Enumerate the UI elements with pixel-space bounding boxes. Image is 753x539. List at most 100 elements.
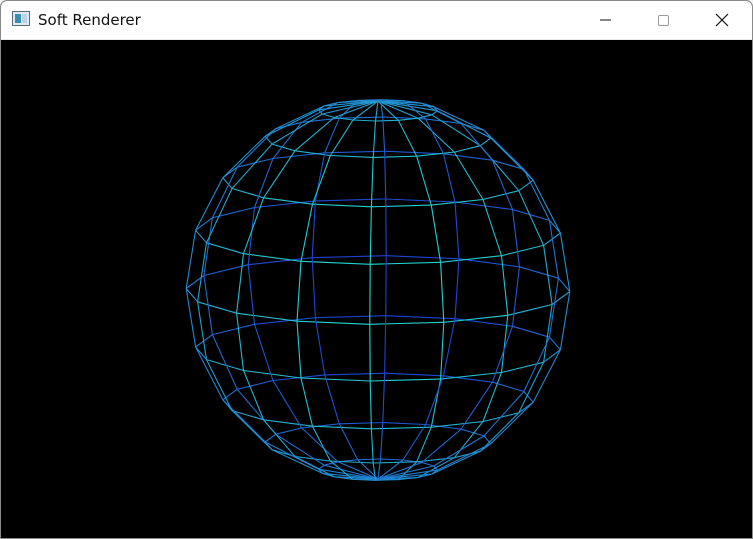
mesh-edge (236, 312, 298, 322)
mesh-edge (491, 159, 514, 210)
mesh-edge (402, 424, 427, 461)
render-viewport[interactable] (1, 40, 752, 538)
mesh-edge (482, 190, 519, 201)
mesh-edge (195, 217, 213, 231)
mesh-edge (382, 422, 426, 426)
mesh-edge (212, 323, 255, 336)
mesh-edge (380, 458, 404, 461)
mesh-edge (185, 230, 197, 289)
mesh-edge (511, 266, 520, 327)
mesh-edge (440, 371, 502, 380)
mesh-edge (454, 258, 460, 319)
mesh-edge (206, 188, 233, 244)
mesh-edge (222, 388, 238, 401)
mesh-edge (339, 422, 383, 425)
title-bar[interactable]: Soft Renderer (1, 1, 752, 40)
mesh-edge (369, 380, 372, 429)
mesh-edge (301, 427, 339, 463)
mesh-edge (203, 217, 213, 276)
mesh-edge (518, 361, 545, 414)
mesh-edge (263, 419, 296, 457)
mesh-edge (311, 155, 331, 205)
mesh-edge (421, 461, 434, 467)
mesh-edge (300, 377, 314, 427)
mesh-edge (511, 209, 520, 267)
mesh-edge (460, 123, 493, 161)
mesh-edge (373, 155, 417, 158)
mesh-edge (543, 349, 561, 363)
mesh-edge (243, 253, 302, 262)
mesh-edge (195, 229, 207, 244)
mesh-edge (206, 242, 244, 255)
mesh-edge (482, 372, 503, 422)
mesh-edge (559, 291, 571, 350)
mesh-edge (375, 119, 399, 122)
mesh-edge (275, 433, 325, 466)
mesh-edge (442, 153, 456, 203)
mesh-edge (222, 399, 266, 443)
close-button[interactable] (698, 1, 744, 39)
mesh-edge (430, 205, 442, 263)
mesh-edge (247, 207, 256, 265)
mesh-edge (300, 377, 371, 382)
app-window: Soft Renderer (0, 0, 753, 539)
mesh-edge (386, 255, 460, 260)
mesh-edge (296, 261, 302, 322)
mesh-edge (311, 257, 316, 318)
mesh-edge (440, 255, 502, 263)
mesh-edge (433, 106, 485, 131)
mesh-edge (377, 458, 382, 479)
mesh-edge (491, 326, 514, 383)
mesh-edge (442, 318, 456, 376)
mesh-edge (370, 261, 441, 265)
mesh-edge (397, 120, 418, 157)
mesh-edge (296, 320, 370, 325)
mesh-edge (272, 380, 303, 429)
mesh-edge (324, 150, 385, 154)
mesh-edge (371, 204, 432, 208)
mesh-edge (263, 419, 313, 427)
mesh-edge (206, 359, 233, 411)
mesh-edge (385, 198, 456, 203)
mesh-edge (490, 401, 534, 445)
mesh-edge (425, 375, 445, 425)
mesh-edge (311, 200, 316, 258)
mesh-edge (197, 242, 208, 302)
mesh-edge (543, 245, 553, 305)
mesh-edge (369, 321, 444, 325)
mesh-edge (453, 151, 484, 200)
mesh-edge (275, 427, 302, 435)
minimize-button[interactable] (582, 1, 628, 39)
mesh-edge (385, 315, 456, 320)
app-window-icon (12, 11, 30, 26)
mesh-edge (382, 116, 386, 152)
window-title: Soft Renderer (38, 11, 141, 29)
mesh-edge (236, 253, 245, 314)
mesh-edge (254, 317, 316, 325)
mesh-edge (314, 317, 326, 375)
mesh-edge (338, 423, 359, 460)
mesh-edge (357, 458, 381, 461)
mesh-edge (236, 313, 245, 371)
mesh-edge (523, 169, 550, 221)
mesh-edge (222, 135, 266, 179)
mesh-edge (197, 301, 237, 314)
mesh-edge (296, 321, 302, 379)
mesh-edge (195, 346, 224, 401)
maximize-button[interactable] (640, 1, 686, 39)
mesh-edge (501, 244, 544, 257)
close-icon (715, 13, 729, 27)
mesh-edge (518, 179, 534, 192)
maximize-icon (658, 15, 669, 26)
mesh-edge (512, 325, 550, 338)
mesh-edge (315, 315, 386, 319)
mesh-edge (242, 370, 265, 421)
mesh-edge (523, 336, 550, 392)
mesh-edge (479, 137, 492, 147)
mesh-edge (330, 154, 374, 158)
mesh-edge (417, 117, 455, 153)
mesh-edge (374, 101, 379, 122)
mesh-edge (329, 119, 354, 156)
mesh-edge (458, 258, 520, 268)
mesh-edge (500, 315, 509, 373)
